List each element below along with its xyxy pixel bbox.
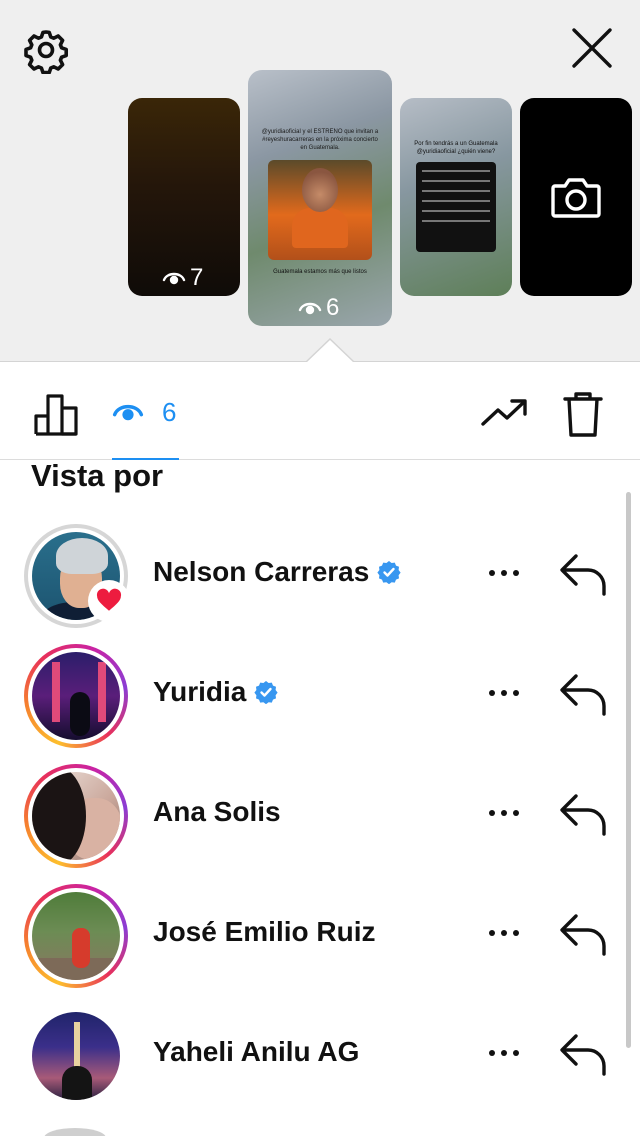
- scrollbar[interactable]: [626, 492, 631, 1048]
- trash-icon: [563, 392, 603, 437]
- story-thumbnail-3[interactable]: Por fin tendrás a un Guatemala @yuridiao…: [400, 98, 512, 296]
- more-options-button[interactable]: [484, 798, 524, 828]
- more-options-button[interactable]: [484, 558, 524, 588]
- story-caption: Por fin tendrás a un Guatemala @yuridiao…: [414, 141, 498, 155]
- viewer-name[interactable]: Ana Solis: [153, 796, 281, 828]
- reply-button[interactable]: [558, 672, 610, 716]
- reply-icon: [560, 674, 606, 716]
- bar-chart-icon: [34, 394, 78, 436]
- story-insights-toolbar: 6: [0, 362, 640, 460]
- story-thumbnail-2[interactable]: @yuridiaoficial y el ESTRENO que invitan…: [248, 70, 392, 326]
- avatar[interactable]: [32, 1012, 120, 1100]
- story-embedded-panel: [416, 162, 496, 252]
- avatar[interactable]: [24, 884, 128, 988]
- eye-icon: [162, 272, 186, 285]
- viewer-row[interactable]: Yaheli Anilu AG: [0, 1000, 620, 1110]
- reply-button[interactable]: [558, 912, 610, 956]
- reply-button[interactable]: [558, 1032, 610, 1076]
- add-story-camera-button[interactable]: [520, 98, 632, 296]
- story-caption: @yuridiaoficial y el ESTRENO que invitan…: [261, 129, 379, 151]
- heart-icon: [96, 588, 122, 611]
- story-views-count: 6: [326, 294, 340, 321]
- avatar[interactable]: [24, 644, 128, 748]
- settings-button[interactable]: [22, 26, 70, 75]
- viewer-name[interactable]: Yaheli Anilu AG: [153, 1036, 359, 1068]
- selection-pointer: [306, 340, 354, 363]
- eye-icon: [298, 302, 322, 315]
- next-avatar-peek: [44, 1128, 106, 1136]
- viewer-row[interactable]: Yuridia: [0, 640, 620, 750]
- liked-badge: [88, 580, 130, 622]
- more-options-button[interactable]: [484, 918, 524, 948]
- reply-icon: [560, 554, 606, 596]
- viewer-name[interactable]: José Emilio Ruiz: [153, 916, 376, 948]
- viewer-name[interactable]: Nelson Carreras: [153, 556, 369, 588]
- viewer-row[interactable]: José Emilio Ruiz: [0, 880, 620, 990]
- verified-badge-icon: [377, 561, 401, 584]
- more-options-button[interactable]: [484, 678, 524, 708]
- close-button[interactable]: [568, 24, 616, 72]
- insights-button[interactable]: [34, 392, 80, 436]
- story-views-badge: 6: [298, 294, 339, 322]
- more-options-button[interactable]: [484, 1038, 524, 1068]
- trending-up-icon: [481, 399, 527, 426]
- story-strip: 7 @yuridiaoficial y el ESTRENO que invit…: [0, 0, 640, 363]
- viewer-row[interactable]: Nelson Carreras: [0, 520, 620, 630]
- story-views-count: 7: [190, 264, 204, 291]
- story-caption-bottom: Guatemala estamos más que listos: [273, 269, 367, 275]
- reply-icon: [560, 1034, 606, 1076]
- delete-story-button[interactable]: [562, 390, 604, 438]
- story-thumbnail-1[interactable]: 7: [128, 98, 240, 296]
- reply-button[interactable]: [558, 552, 610, 596]
- promote-button[interactable]: [480, 394, 528, 434]
- eye-icon: [112, 404, 144, 421]
- camera-icon: [551, 178, 601, 218]
- viewer-name[interactable]: Yuridia: [153, 676, 246, 708]
- viewers-tab[interactable]: 6: [112, 396, 176, 428]
- reply-button[interactable]: [558, 792, 610, 836]
- avatar[interactable]: [24, 764, 128, 868]
- reply-icon: [560, 794, 606, 836]
- story-views-badge: 7: [162, 264, 203, 292]
- verified-badge-icon: [254, 681, 278, 704]
- reply-icon: [560, 914, 606, 956]
- viewers-count: 6: [162, 396, 177, 427]
- story-embedded-post: [268, 160, 372, 260]
- viewer-row[interactable]: Ana Solis: [0, 760, 620, 870]
- gear-icon: [24, 30, 68, 75]
- close-icon: [572, 28, 612, 68]
- viewers-section-title: Vista por: [31, 458, 164, 493]
